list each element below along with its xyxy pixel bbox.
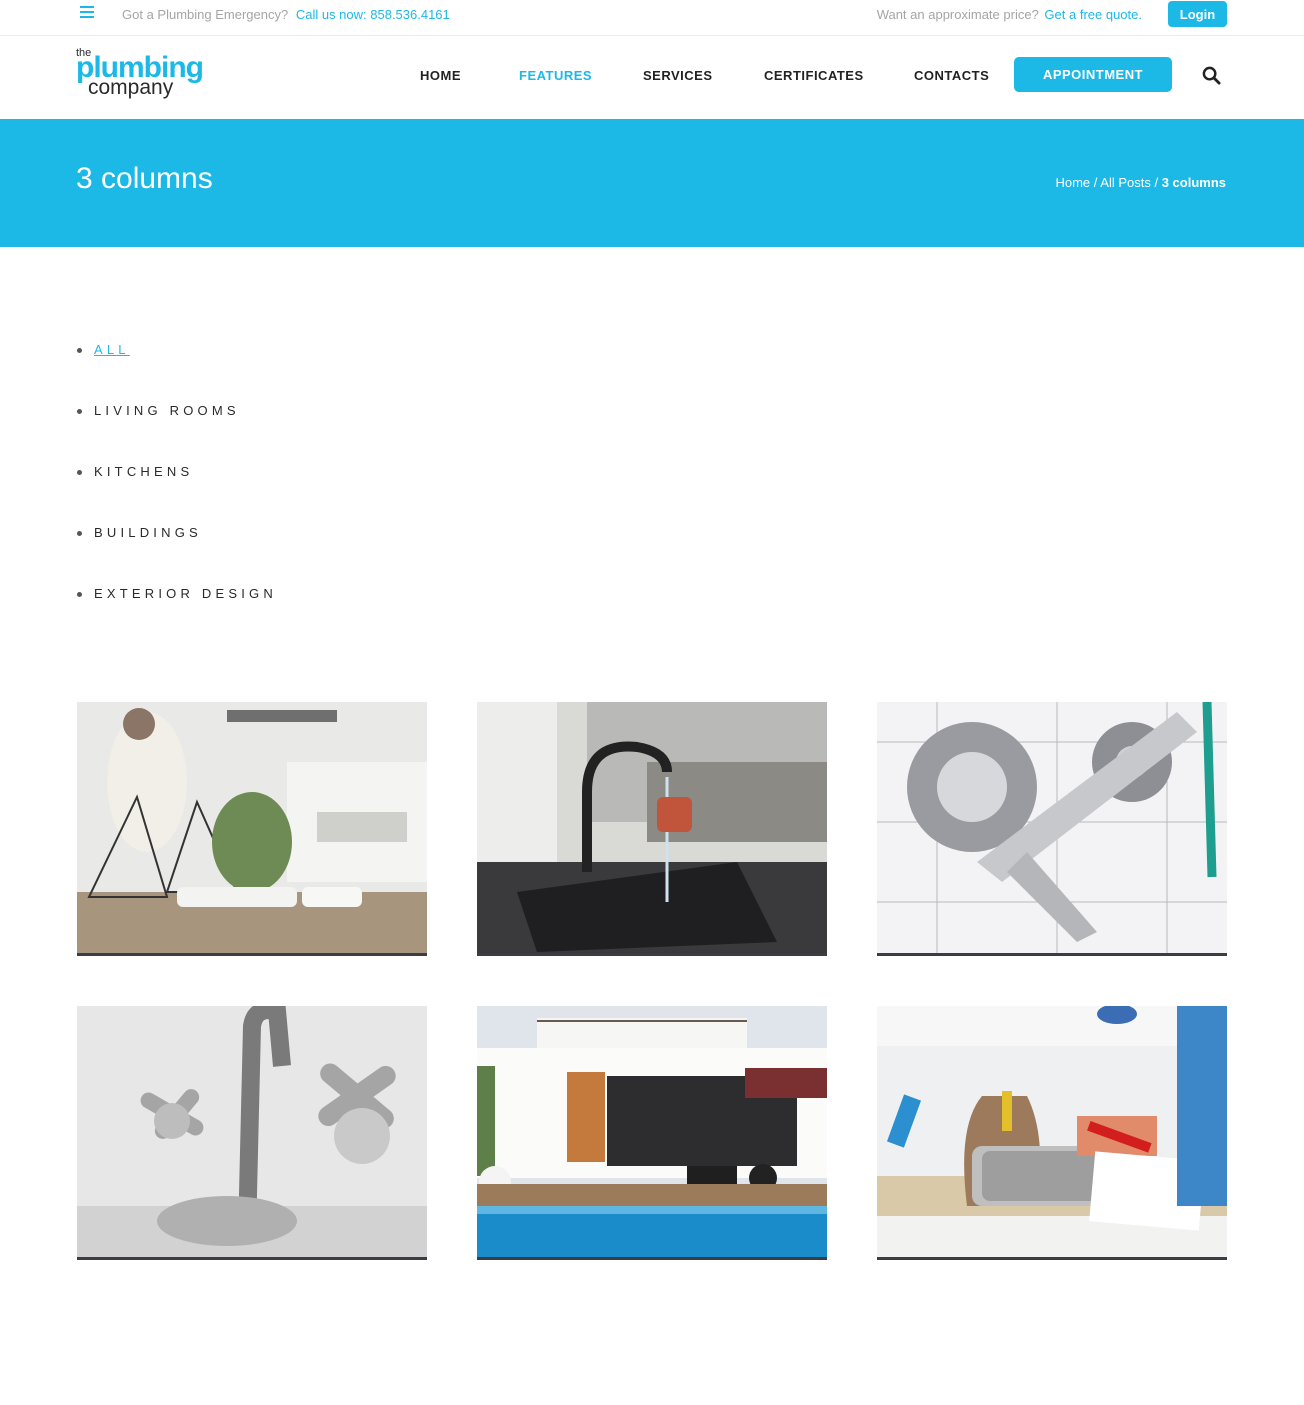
nav-item-services[interactable]: SERVICES [643, 68, 713, 83]
emergency-text: Got a Plumbing Emergency? [122, 7, 289, 22]
search-icon[interactable] [1202, 66, 1221, 85]
gallery-item-kitchen-sink[interactable] [477, 702, 827, 956]
portfolio-filter-list: ALL LIVING ROOMS KITCHENS BUILDINGS EXTE… [77, 340, 277, 645]
emergency-notice: Got a Plumbing Emergency? Call us now: 8… [122, 7, 450, 22]
page-title: 3 columns [76, 162, 213, 195]
breadcrumb-separator: / [1150, 175, 1162, 190]
gallery-item-chrome-faucet[interactable] [77, 1006, 427, 1260]
filter-label: LIVING ROOMS [94, 403, 240, 418]
nav-item-features[interactable]: FEATURES [519, 68, 592, 83]
gallery-item-plumber-tools[interactable] [877, 1006, 1227, 1260]
emergency-phone-link[interactable]: Call us now: 858.536.4161 [296, 7, 450, 22]
login-button[interactable]: Login [1168, 1, 1227, 27]
gallery-item-modern-house-pool[interactable] [477, 1006, 827, 1260]
logo-company: company [88, 76, 174, 99]
caliper-blueprint-image [877, 702, 1227, 953]
hamburger-menu-icon[interactable] [80, 6, 94, 20]
plumber-tools-image [877, 1006, 1227, 1257]
filter-label: EXTERIOR DESIGN [94, 586, 277, 601]
appointment-button[interactable]: APPOINTMENT [1014, 57, 1172, 92]
filter-exterior-design[interactable]: EXTERIOR DESIGN [77, 584, 277, 645]
nav-item-home[interactable]: HOME [420, 68, 461, 83]
filter-all[interactable]: ALL [77, 340, 277, 401]
breadcrumb-all-posts[interactable]: All Posts [1100, 175, 1151, 190]
breadcrumb-home[interactable]: Home [1055, 175, 1090, 190]
nav-item-contacts[interactable]: CONTACTS [914, 68, 989, 83]
filter-kitchens[interactable]: KITCHENS [77, 462, 277, 523]
quote-text: Want an approximate price? [876, 7, 1039, 22]
top-bar: Got a Plumbing Emergency? Call us now: 8… [0, 0, 1304, 36]
filter-label: BUILDINGS [94, 525, 202, 540]
filter-buildings[interactable]: BUILDINGS [77, 523, 277, 584]
kitchen-sink-image [477, 702, 827, 953]
quote-notice: Want an approximate price? Get a free qu… [877, 7, 1142, 22]
gallery-item-caliper-blueprint[interactable] [877, 702, 1227, 956]
free-quote-link[interactable]: Get a free quote. [1044, 7, 1142, 22]
filter-label: KITCHENS [94, 464, 194, 479]
nav-item-certificates[interactable]: CERTIFICATES [764, 68, 864, 83]
breadcrumb-separator: / [1090, 175, 1101, 190]
gallery-item-kitchen-terrarium[interactable] [77, 702, 427, 956]
main-header: the plumbing company HOME FEATURES SERVI… [0, 37, 1304, 119]
breadcrumb-current: 3 columns [1161, 175, 1226, 190]
site-logo[interactable]: the plumbing company [76, 48, 216, 104]
chrome-faucet-image [77, 1006, 427, 1257]
modern-house-pool-image [477, 1006, 827, 1257]
filter-label: ALL [94, 342, 130, 357]
kitchen-terrarium-image [77, 702, 427, 953]
breadcrumb: Home / All Posts / 3 columns [1055, 175, 1226, 190]
page-title-banner: 3 columns Home / All Posts / 3 columns [0, 119, 1304, 247]
filter-living-rooms[interactable]: LIVING ROOMS [77, 401, 277, 462]
